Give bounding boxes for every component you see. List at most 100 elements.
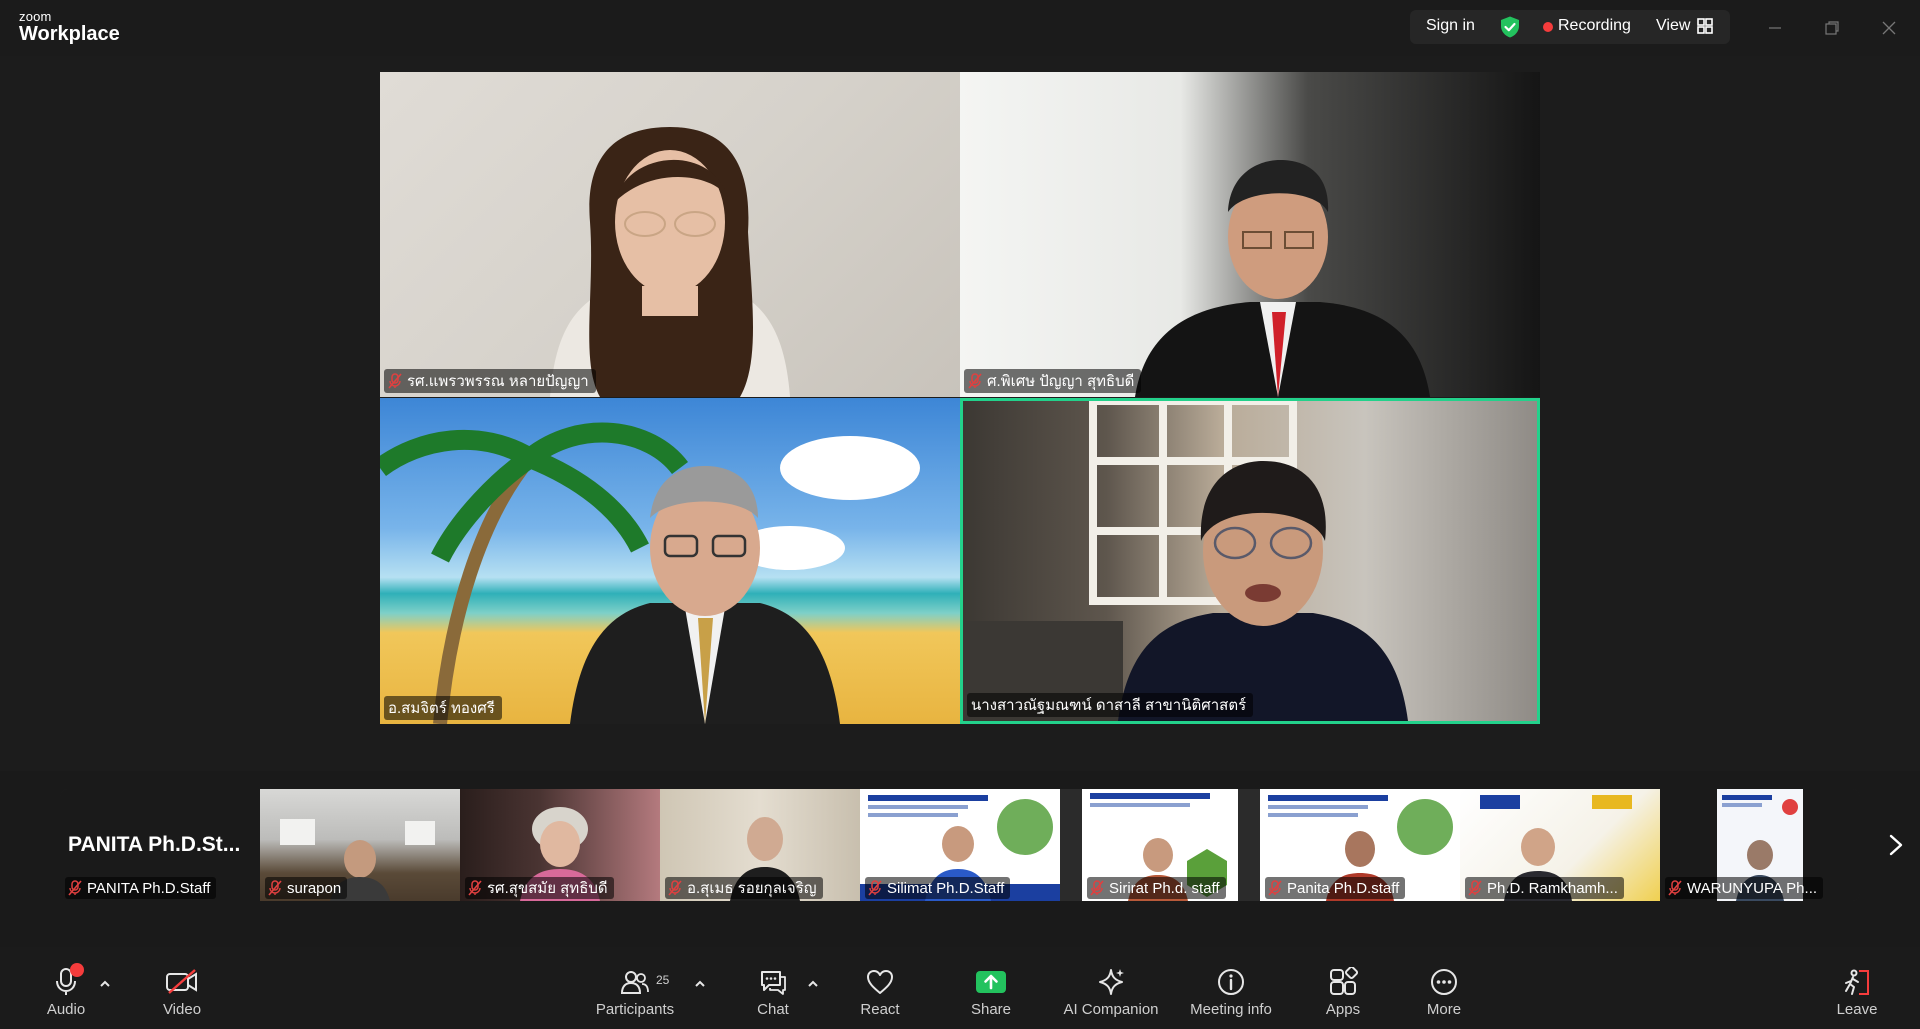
audio-alert-dot-icon [70,963,84,977]
audio-label: Audio [46,1001,86,1018]
participant-name: Panita Ph.D.staff [1287,879,1400,897]
participant-name-label: surapon [265,877,348,899]
ai-companion-label: AI Companion [1063,1001,1159,1018]
chevron-right-icon [1889,834,1903,856]
participant-name-label: รศ.สุขสมัย สุทธิบดี [465,877,614,899]
audio-button[interactable]: Audio [41,947,91,1029]
participant-name-label: PANITA Ph.D.Staff [65,877,217,899]
heart-icon [863,965,897,999]
participant-name: Ph.D. Ramkhamh... [1487,879,1618,897]
recording-status[interactable]: Recording [1558,17,1631,35]
video-tile[interactable]: ศ.พิเศษ ปัญญา สุทธิบดี [960,72,1540,397]
participant-thumbnail[interactable]: รศ.สุขสมัย สุทธิบดี [460,789,660,901]
logo-big-text: Workplace [19,23,120,45]
participant-video-image [1135,160,1430,397]
minimize-window-button[interactable] [1761,14,1789,42]
participant-name-label: อ.สุเมธ รอยกุลเจริญ [665,877,823,899]
logo-small-text: zoom [19,9,52,24]
apps-button[interactable]: Apps [1318,947,1368,1029]
minimize-icon [1769,27,1781,29]
meeting-info-label: Meeting info [1190,1001,1272,1018]
chat-options-caret-icon[interactable] [806,977,820,991]
participants-icon [618,965,652,999]
participant-thumbnail[interactable]: อ.สุเมธ รอยกุลเจริญ [660,789,860,901]
leave-door-icon [1840,965,1874,999]
participants-count: 25 [656,973,670,987]
restore-window-button[interactable] [1818,14,1846,42]
participant-video-image [380,422,920,724]
participant-name-label: Panita Ph.D.staff [1265,877,1406,899]
participants-label: Participants [595,1001,675,1018]
share-button[interactable]: Share [966,947,1016,1029]
participant-name-label: WARUNYUPA Ph... [1665,877,1824,899]
participant-name-label: Ph.D. Ramkhamh... [1465,877,1624,899]
participant-name-label: Silimat Ph.D.Staff [865,877,1011,899]
participants-button[interactable]: Participants [592,947,678,1029]
audio-options-caret-icon[interactable] [98,977,112,991]
participant-name: WARUNYUPA Ph... [1687,879,1818,897]
participant-thumbnail[interactable]: Panita Ph.D.staff [1260,789,1460,901]
restore-icon [1825,21,1839,35]
mic-muted-icon [668,880,682,896]
video-label: Video [162,1001,202,1018]
zoom-workplace-logo: zoom Workplace [19,10,120,44]
participant-thumbnail[interactable]: PANITA Ph.D.St... PANITA Ph.D.Staff [60,789,260,901]
react-button[interactable]: React [855,947,905,1029]
more-icon [1427,965,1461,999]
chat-button[interactable]: Chat [746,947,800,1029]
participant-name-label: นางสาวณัฐมณฑน์ ดาสาลี สาขานิติศาสตร์ [967,693,1254,717]
mic-muted-icon [968,373,982,389]
mic-muted-icon [268,880,282,896]
more-button[interactable]: More [1419,947,1469,1029]
shield-check-icon[interactable] [1498,15,1522,39]
participant-name: PANITA Ph.D.Staff [87,879,211,897]
participant-thumbnail[interactable]: WARUNYUPA Ph... [1660,789,1860,901]
chat-label: Chat [757,1001,789,1018]
participant-thumbnail[interactable]: Silimat Ph.D.Staff [860,789,1060,901]
participant-video-image [963,401,1408,721]
participants-options-caret-icon[interactable] [693,977,707,991]
chat-icon [756,965,790,999]
mic-muted-icon [1668,880,1682,896]
video-button[interactable]: Video [157,947,207,1029]
video-tile[interactable]: อ.สมจิตร์ ทองศรี [380,398,960,724]
ai-companion-button[interactable]: AI Companion [1061,947,1161,1029]
participant-thumbnail[interactable]: surapon [260,789,460,901]
mic-muted-icon [1090,880,1104,896]
apps-label: Apps [1325,1001,1361,1018]
participant-name-label: อ.สมจิตร์ ทองศรี [384,696,502,720]
sign-in-button[interactable]: Sign in [1426,17,1475,35]
participant-name: อ.สุเมธ รอยกุลเจริญ [687,880,817,897]
participant-thumbnail[interactable]: Sirirat Ph.d. staff [1082,789,1238,901]
close-window-button[interactable] [1875,14,1903,42]
mic-muted-icon [1268,880,1282,896]
more-label: More [1426,1001,1462,1018]
participant-name: Silimat Ph.D.Staff [887,879,1005,897]
mic-muted-icon [1468,880,1482,896]
mic-muted-icon [68,880,82,896]
video-tile[interactable]: รศ.แพรวพรรณ หลายปัญญา [380,72,960,397]
avatar-text: PANITA Ph.D.St... [68,833,241,856]
participant-name: Sirirat Ph.d. staff [1109,879,1220,897]
view-button[interactable]: View [1656,17,1690,35]
recording-dot-icon [1543,22,1553,32]
microphone-icon [49,963,84,999]
participant-name: ศ.พิเศษ ปัญญา สุทธิบดี [987,373,1135,390]
meeting-info-button[interactable]: Meeting info [1185,947,1277,1029]
share-screen-icon [974,965,1008,999]
participant-name-label: รศ.แพรวพรรณ หลายปัญญา [384,369,596,393]
participant-video-image [550,127,790,397]
participant-strip: PANITA Ph.D.St... PANITA Ph.D.Staff sura… [60,789,1860,901]
leave-button[interactable]: Leave [1832,947,1882,1029]
strip-next-page-button[interactable] [1882,828,1910,862]
participant-thumbnail[interactable]: Ph.D. Ramkhamh... [1460,789,1660,901]
ai-sparkle-icon [1094,965,1128,999]
participant-name: รศ.แพรวพรรณ หลายปัญญา [407,373,589,390]
grid-view-icon[interactable] [1697,18,1713,34]
video-off-icon [165,965,199,999]
gallery-view: รศ.แพรวพรรณ หลายปัญญา ศ.พิเศษ ปัญญา สุทธ… [0,56,1920,771]
apps-icon [1326,965,1360,999]
video-tile-active-speaker[interactable]: นางสาวณัฐมณฑน์ ดาสาลี สาขานิติศาสตร์ [960,398,1540,724]
participant-name: นางสาวณัฐมณฑน์ ดาสาลี สาขานิติศาสตร์ [971,697,1247,714]
mic-muted-icon [868,880,882,896]
